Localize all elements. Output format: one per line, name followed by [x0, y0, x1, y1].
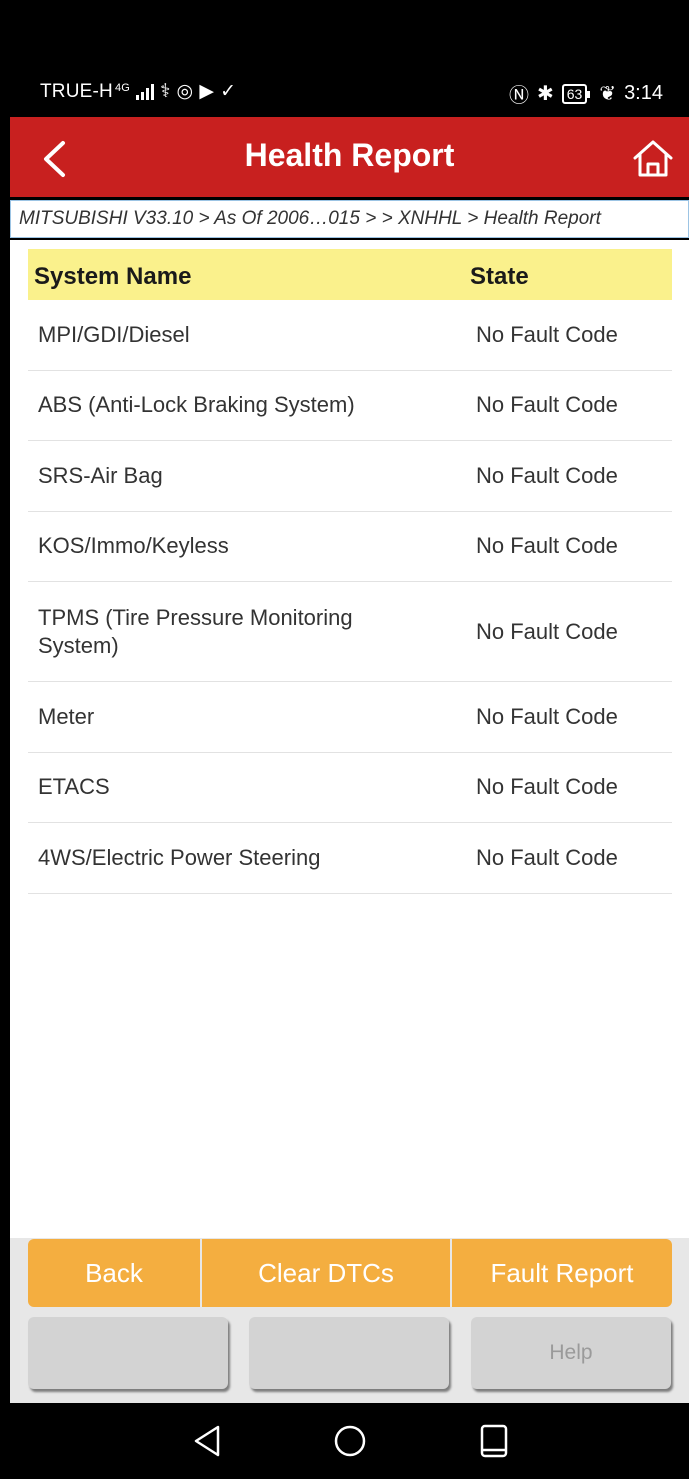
- system-name: 4WS/Electric Power Steering: [38, 844, 321, 870]
- table-row[interactable]: MPI/GDI/Diesel No Fault Code: [28, 300, 672, 371]
- system-name: MPI/GDI/Diesel: [38, 321, 190, 347]
- network-type: 4G: [114, 81, 131, 94]
- system-name: Meter: [38, 703, 95, 729]
- table-row[interactable]: SRS-Air Bag No Fault Code: [28, 441, 672, 512]
- health-report-content: System Name State MPI/GDI/Diesel No Faul…: [10, 240, 689, 1238]
- blank-button-2[interactable]: [249, 1317, 449, 1389]
- title-bar: Health Report: [10, 117, 689, 197]
- system-state: No Fault Code: [476, 462, 618, 488]
- nfc-icon: Ⓝ: [508, 85, 529, 107]
- table-header: System Name State: [28, 249, 672, 300]
- system-state: No Fault Code: [476, 844, 618, 870]
- carrier-label: TRUE-H: [40, 80, 113, 102]
- system-state: No Fault Code: [476, 392, 618, 418]
- system-name: SRS-Air Bag: [38, 462, 163, 488]
- system-state: No Fault Code: [476, 321, 618, 347]
- bottom-toolbar: Back Clear DTCs Fault Report Help: [10, 1238, 689, 1403]
- clock: 3:14: [624, 82, 663, 104]
- table-row[interactable]: Meter No Fault Code: [28, 682, 672, 753]
- leaf-icon: ❦: [599, 83, 617, 105]
- download-done-icon: ✓: [220, 81, 237, 102]
- column-header-state: State: [470, 263, 529, 290]
- home-icon[interactable]: [631, 137, 675, 179]
- youtube-icon: ▶: [199, 81, 215, 102]
- back-button[interactable]: Back: [28, 1239, 200, 1307]
- stethoscope-icon: ⚕: [160, 81, 171, 102]
- location-off-icon: ◎: [176, 81, 194, 102]
- system-name: ABS (Anti-Lock Braking System): [38, 392, 355, 418]
- system-state: No Fault Code: [476, 774, 618, 800]
- nav-recent-apps-icon[interactable]: [477, 1423, 511, 1459]
- table-row[interactable]: 4WS/Electric Power Steering No Fault Cod…: [28, 823, 672, 894]
- table-row[interactable]: ABS (Anti-Lock Braking System) No Fault …: [28, 371, 672, 441]
- system-name: ETACS: [38, 774, 110, 800]
- clear-dtcs-button[interactable]: Clear DTCs: [202, 1239, 450, 1307]
- signal-icon: [136, 83, 155, 100]
- battery-icon: 63: [561, 83, 590, 104]
- page-title: Health Report: [244, 137, 455, 173]
- table-row[interactable]: KOS/Immo/Keyless No Fault Code: [28, 512, 672, 582]
- nav-home-icon[interactable]: [333, 1423, 367, 1459]
- status-bar: TRUE-H 4G ⚕ ◎ ▶ ✓ Ⓝ ✱ 63 ❦ 3:14: [0, 0, 689, 117]
- fault-report-button[interactable]: Fault Report: [452, 1239, 672, 1307]
- nav-back-icon[interactable]: [190, 1423, 224, 1459]
- system-navigation-bar: [0, 1403, 689, 1479]
- system-state: No Fault Code: [476, 618, 618, 644]
- system-name: TPMS (Tire Pressure Monitoring System): [38, 604, 353, 658]
- table-row[interactable]: TPMS (Tire Pressure Monitoring System) N…: [28, 582, 672, 682]
- system-name: KOS/Immo/Keyless: [38, 533, 229, 559]
- system-list: MPI/GDI/Diesel No Fault Code ABS (Anti-L…: [28, 300, 672, 894]
- blank-button-1[interactable]: [28, 1317, 228, 1389]
- system-state: No Fault Code: [476, 533, 618, 559]
- column-header-system-name: System Name: [34, 263, 192, 290]
- bluetooth-icon: ✱: [536, 83, 554, 105]
- help-button[interactable]: Help: [471, 1317, 671, 1389]
- status-right: Ⓝ ✱ 63 ❦ 3:14: [509, 79, 663, 108]
- table-row[interactable]: ETACS No Fault Code: [28, 753, 672, 823]
- status-left: TRUE-H 4G ⚕ ◎ ▶ ✓: [40, 80, 236, 103]
- system-state: No Fault Code: [476, 703, 618, 729]
- breadcrumb: MITSUBISHI V33.10 > As Of 2006…015 > > X…: [10, 200, 689, 238]
